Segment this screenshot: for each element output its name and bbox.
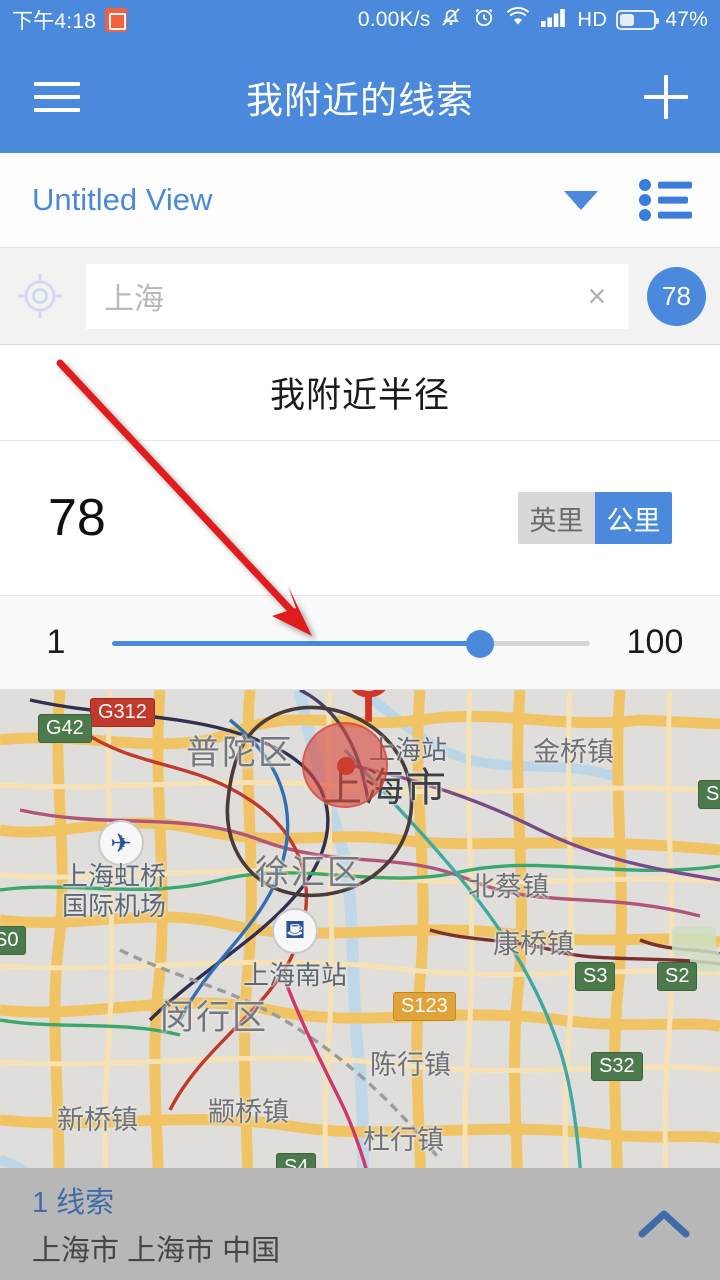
view-selector-row: Untitled View [0,153,720,248]
route-shield: S3 [575,962,616,991]
radius-slider-row: 1 100 [0,596,720,690]
map-label-town: 金桥镇 [533,737,614,767]
bulleted-list-icon[interactable] [638,177,696,223]
map-label-district: 闵行区 [160,999,268,1037]
page-title: 我附近的线索 [246,79,474,121]
status-bar: 下午4:18 0.00K/s HD 47% [0,0,720,40]
battery-percent: 47% [665,8,708,31]
location-address: 上海市 上海市 中国 [32,1235,281,1267]
slider-thumb[interactable] [466,629,495,658]
map-label-town: 杜行镇 [363,1125,444,1155]
battery-icon [616,10,660,30]
route-shield: G312 [90,698,155,727]
radius-panel-header: 我附近半径 [0,345,720,441]
search-input[interactable] [86,279,573,313]
hd-label: HD [577,8,608,31]
chevron-up-icon[interactable] [636,1204,692,1244]
bottom-sheet[interactable]: 1 线索 上海市 上海市 中国 [0,1168,720,1280]
slider-min-label: 1 [46,623,66,661]
route-shield: S32 [591,1052,643,1081]
screen-root: 下午4:18 0.00K/s HD 47% 我附近的线索 Untitled Vi… [0,0,720,1280]
chevron-down-icon[interactable] [564,190,598,210]
search-row: × 78 [0,248,720,345]
network-speed: 0.00K/s [357,8,431,31]
map-label-poi-south-station: 上海南站 [243,960,348,990]
map-label-town: 颛桥镇 [208,1097,289,1127]
radius-title: 我附近半径 [269,376,450,415]
view-name-label[interactable]: Untitled View [32,182,212,218]
airplane-icon: ✈ [98,820,144,866]
signal-bars-icon [540,6,568,34]
status-time: 下午4:18 [12,10,97,33]
gps-crosshair-icon[interactable] [16,272,64,320]
route-shield: S123 [393,992,456,1021]
search-field[interactable]: × [86,263,629,329]
alarm-clock-icon [472,5,496,35]
route-shield: S22 [698,780,720,809]
bottom-sheet-text: 1 线索 上海市 上海市 中国 [32,1179,280,1269]
app-bar: 我附近的线索 [0,40,720,153]
status-icons: 0.00K/s HD 47% [358,5,708,35]
map-label-town: 陈行镇 [370,1050,451,1080]
plus-icon[interactable] [644,74,688,119]
radius-value: 78 [48,489,106,547]
map-cluster-marker[interactable] [302,722,388,808]
unit-option-miles[interactable]: 英里 [518,492,595,544]
radius-value-row: 78 英里 公里 [0,441,720,596]
slider-fill [112,640,481,646]
route-shield: S0 [0,926,27,955]
result-count-badge[interactable]: 78 [647,266,706,326]
route-shield: S2 [657,962,698,991]
route-shield: G42 [38,714,92,743]
radius-slider[interactable] [112,619,590,667]
wifi-icon [505,6,531,34]
shopping-app-icon [105,8,128,32]
unit-toggle[interactable]: 英里 公里 [518,492,672,544]
map-label-town: 新桥镇 [57,1105,138,1135]
slider-max-label: 100 [626,623,684,661]
map-label-district: 普陀区 [186,734,294,772]
map-label-district: 徐汇区 [255,854,363,892]
lead-count-label: 1 线索 [32,1187,115,1219]
bell-off-icon [439,5,463,35]
train-icon: ⛾ [272,908,318,954]
map-label-town: 康桥镇 [493,929,574,959]
unit-option-kilometers[interactable]: 公里 [595,492,672,544]
map-label-town: 北蔡镇 [468,872,549,902]
map-label-poi-airport: 上海虹桥 国际机场 [62,861,167,921]
close-icon[interactable]: × [573,280,621,312]
